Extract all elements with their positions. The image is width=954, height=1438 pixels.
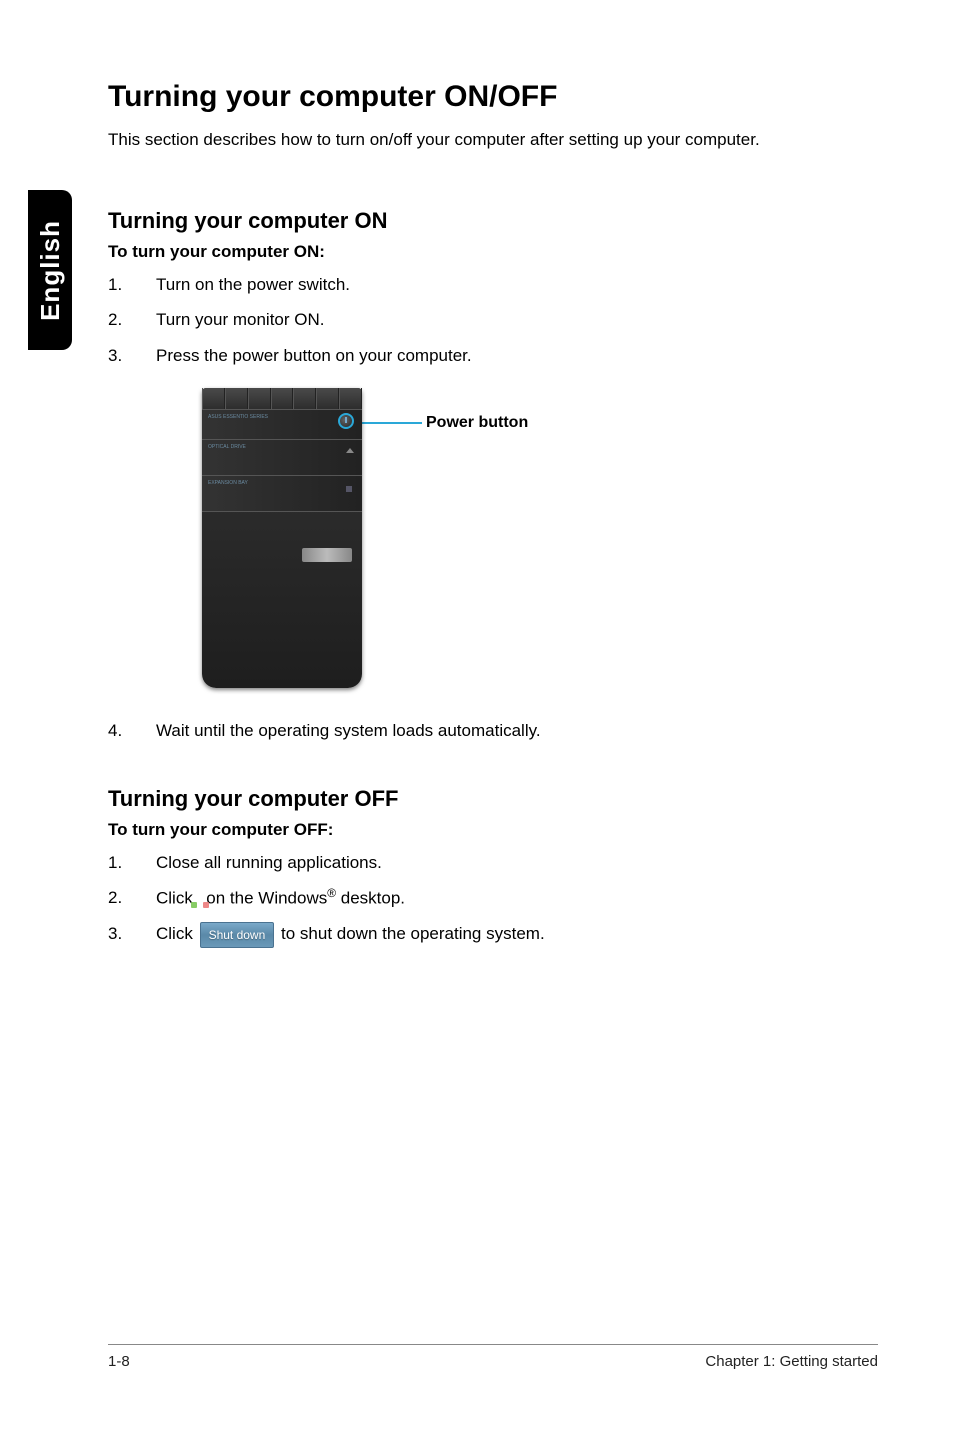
off-step-2: 2. Click on the Windows® desktop. (108, 885, 878, 911)
computer-tower: ASUS ESSENTIO SERIES OPTICAL DRIVE EXPAN… (202, 388, 362, 688)
language-label: English (35, 220, 66, 321)
language-tab: English (28, 190, 72, 350)
off-step-3: 3. Click Shut down to shut down the oper… (108, 921, 878, 948)
bay-indicator (346, 486, 352, 492)
chapter-label: Chapter 1: Getting started (705, 1353, 878, 1370)
step-number: 1. (108, 850, 156, 876)
page-footer: 1-8 Chapter 1: Getting started (108, 1344, 878, 1370)
step-number: 2. (108, 307, 156, 333)
step-text: Wait until the operating system loads au… (156, 718, 878, 744)
off-heading: Turning your computer OFF (108, 786, 878, 812)
tower-expansion-band: EXPANSION BAY (202, 476, 362, 512)
step-text: Press the power button on your computer. (156, 343, 878, 369)
step-text: Click Shut down to shut down the operati… (156, 921, 878, 948)
step-text: Close all running applications. (156, 850, 878, 876)
step-number: 3. (108, 921, 156, 948)
step2-text-c: desktop. (336, 889, 405, 908)
page-content: Turning your computer ON/OFF This sectio… (108, 80, 878, 958)
off-step-1: 1. Close all running applications. (108, 850, 878, 876)
eject-icon (346, 448, 354, 453)
optical-label: OPTICAL DRIVE (208, 444, 246, 450)
tower-brand-label: ASUS ESSENTIO SERIES (208, 414, 268, 420)
expansion-label: EXPANSION BAY (208, 480, 248, 486)
step2-text-b: on the Windows (206, 889, 327, 908)
registered-mark: ® (327, 886, 336, 900)
tower-logo (302, 548, 352, 562)
shutdown-button-icon: Shut down (200, 922, 275, 948)
step3-text-b: to shut down the operating system. (281, 924, 545, 943)
intro-text: This section describes how to turn on/of… (108, 128, 878, 152)
step-number: 3. (108, 343, 156, 369)
callout-line (362, 422, 422, 424)
on-step-3: 3. Press the power button on your comput… (108, 343, 878, 369)
tower-optical-band: OPTICAL DRIVE (202, 440, 362, 476)
on-step-1: 1. Turn on the power switch. (108, 272, 878, 298)
page-number: 1-8 (108, 1353, 130, 1370)
on-heading: Turning your computer ON (108, 208, 878, 234)
step-number: 4. (108, 718, 156, 744)
page-title: Turning your computer ON/OFF (108, 80, 878, 114)
tower-brand-band: ASUS ESSENTIO SERIES (202, 410, 362, 440)
off-subhead: To turn your computer OFF: (108, 820, 878, 840)
step3-text-a: Click (156, 924, 198, 943)
power-button-icon (338, 413, 354, 429)
step-text: Turn your monitor ON. (156, 307, 878, 333)
computer-figure: ASUS ESSENTIO SERIES OPTICAL DRIVE EXPAN… (202, 388, 878, 688)
step-text: Click on the Windows® desktop. (156, 885, 878, 911)
step-text: Turn on the power switch. (156, 272, 878, 298)
on-step-4: 4. Wait until the operating system loads… (108, 718, 878, 744)
power-button-callout: Power button (426, 414, 528, 432)
step-number: 2. (108, 885, 156, 911)
on-subhead: To turn your computer ON: (108, 242, 878, 262)
on-step-2: 2. Turn your monitor ON. (108, 307, 878, 333)
step-number: 1. (108, 272, 156, 298)
tower-top-vents (202, 388, 362, 410)
